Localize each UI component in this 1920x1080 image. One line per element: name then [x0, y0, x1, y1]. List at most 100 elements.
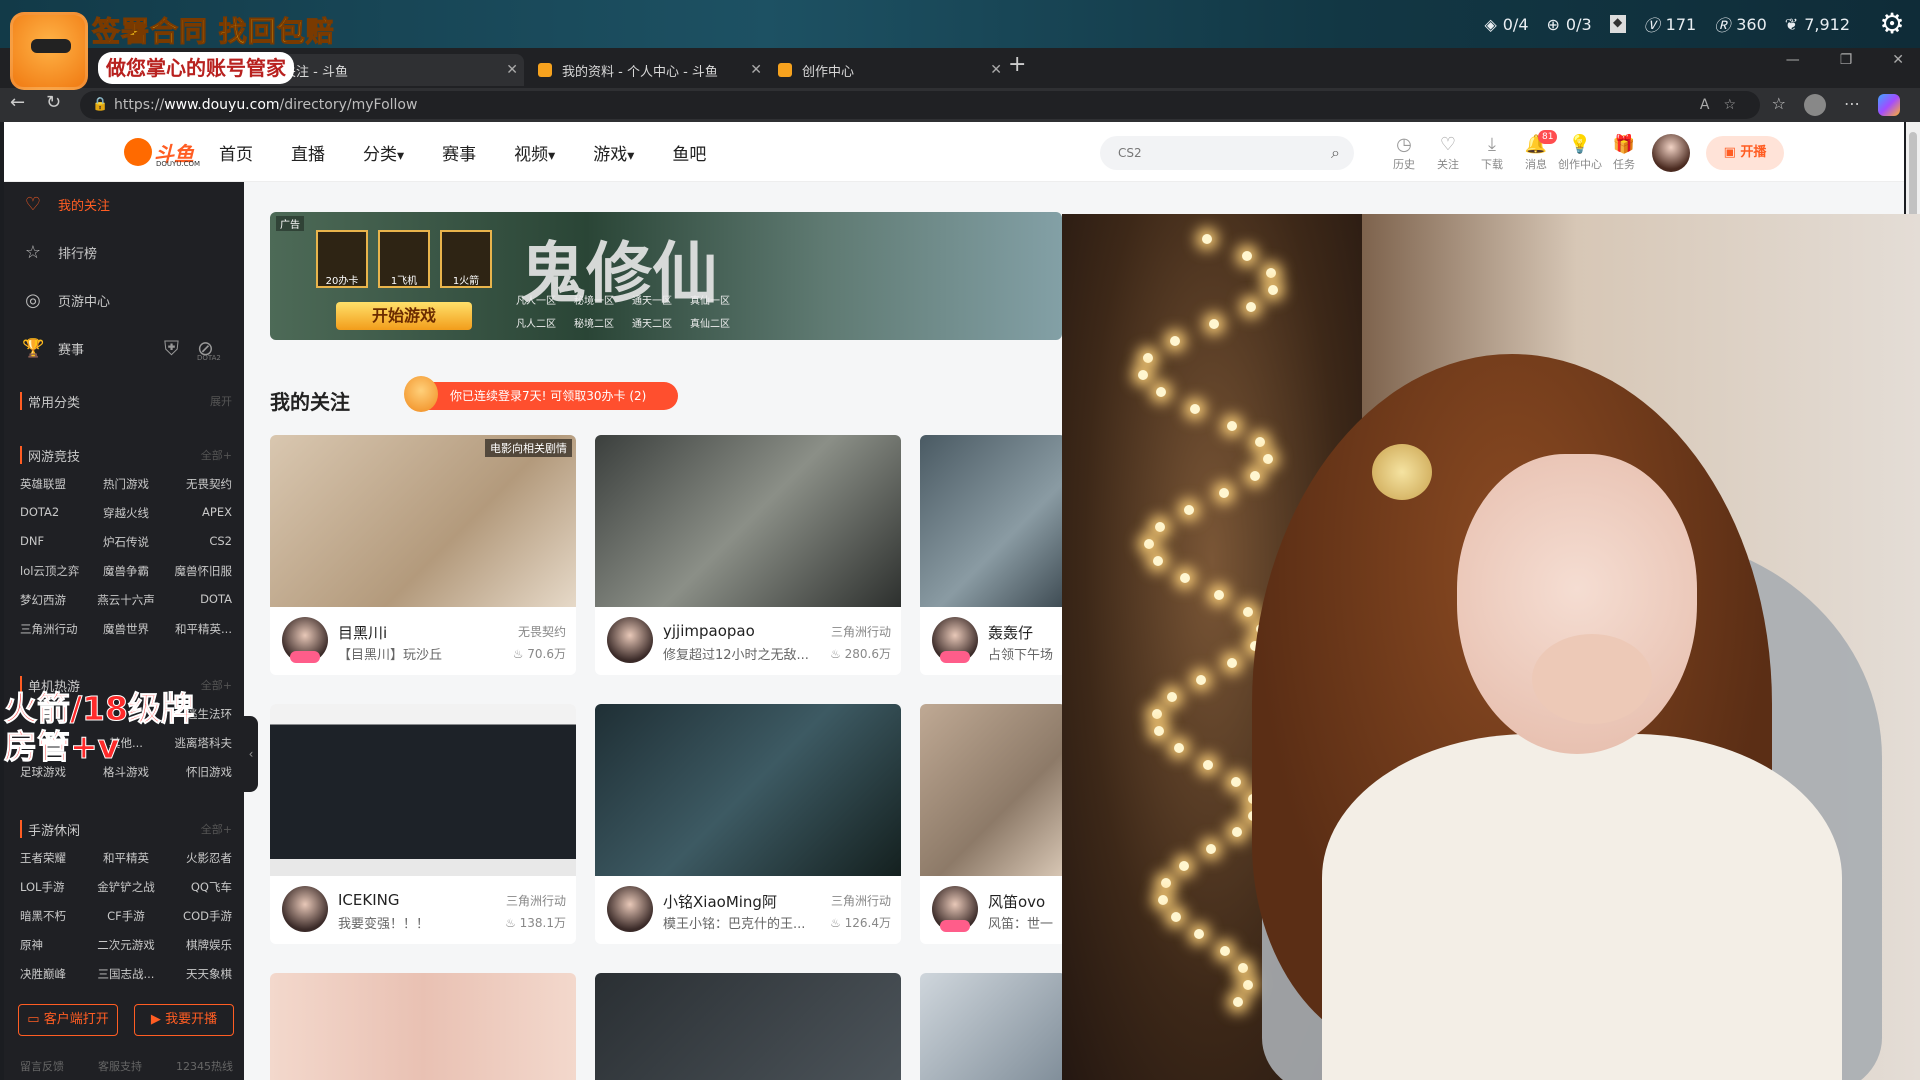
- hotline-link[interactable]: 12345热线: [176, 1058, 233, 1074]
- streamer-name[interactable]: ICEKING: [338, 891, 399, 909]
- more-menu-icon[interactable]: ⋯: [1844, 94, 1860, 116]
- streamer-avatar[interactable]: [607, 886, 653, 932]
- stream-card[interactable]: [920, 973, 1066, 1080]
- category-link[interactable]: LOL手游: [20, 879, 91, 895]
- category-link[interactable]: 火影忍者: [161, 850, 232, 866]
- category-link[interactable]: 足球游戏: [20, 764, 91, 780]
- favorite-star-icon[interactable]: ☆: [1723, 97, 1750, 113]
- category-link[interactable]: DOTA: [161, 592, 232, 608]
- game-tag[interactable]: 无畏契约: [518, 623, 566, 640]
- profile-avatar[interactable]: [1804, 94, 1826, 116]
- category-link[interactable]: DOTA2: [20, 505, 91, 521]
- sidebar-item-ranking[interactable]: ☆ 排行榜: [22, 240, 97, 264]
- stream-card[interactable]: yjjimpaopao 三角洲行动 修复超过12小时之无敌... 280.6万: [595, 435, 901, 675]
- category-link[interactable]: 三角洲行动: [20, 621, 91, 637]
- stream-card[interactable]: 轰轰仔 占领下午场: [920, 435, 1066, 675]
- start-game-button[interactable]: 开始游戏: [336, 302, 472, 330]
- streamer-name[interactable]: 目黑川i: [338, 622, 387, 643]
- category-link[interactable]: 暗黑不朽: [20, 908, 91, 924]
- streamer-name[interactable]: 风笛ovo: [988, 891, 1045, 912]
- sidebar-item-my-follow[interactable]: ♡ 我的关注: [22, 192, 110, 216]
- category-link[interactable]: 炉石传说: [91, 534, 162, 550]
- search-icon[interactable]: ⌕: [1331, 136, 1340, 170]
- close-icon[interactable]: ✕: [506, 62, 518, 78]
- douyu-logo[interactable]: 斗鱼 DOUYU.COM: [124, 136, 200, 170]
- expand-link[interactable]: 展开: [210, 393, 232, 409]
- tab-my-profile[interactable]: 我的资料 - 个人中心 - 斗鱼 ✕: [528, 54, 768, 86]
- all-link[interactable]: 全部+: [201, 447, 232, 463]
- nav-games[interactable]: 游戏▾: [593, 140, 634, 165]
- ad-banner[interactable]: 广告 20办卡 1飞机 1火箭 开始游戏 鬼修仙 凡人一区 秘境一区 通天一区 …: [270, 212, 1062, 340]
- gear-icon[interactable]: ⚙: [1876, 8, 1908, 40]
- game-tag[interactable]: 三角洲行动: [831, 892, 891, 909]
- sidebar-item-match[interactable]: 🏆 赛事: [22, 336, 84, 360]
- streamer-avatar[interactable]: [932, 886, 978, 932]
- favorites-icon[interactable]: ☆: [1772, 94, 1786, 116]
- nav-fishbar[interactable]: 鱼吧: [672, 140, 706, 165]
- category-link[interactable]: 二次元游戏: [91, 937, 162, 953]
- all-link[interactable]: 全部+: [201, 677, 232, 693]
- start-live-button[interactable]: ▶ 我要开播: [134, 1004, 234, 1036]
- category-link[interactable]: 魔兽世界: [91, 621, 162, 637]
- category-link[interactable]: CS2: [161, 534, 232, 550]
- streamer-name[interactable]: yjjimpaopao: [663, 622, 755, 640]
- url-field[interactable]: 🔒 https://www.douyu.com/directory/myFoll…: [80, 91, 1760, 119]
- nav-video[interactable]: 视频▾: [514, 140, 555, 165]
- stream-thumbnail[interactable]: [595, 435, 901, 607]
- category-link[interactable]: 王者荣耀: [20, 850, 91, 866]
- history-button[interactable]: ◷ 历史: [1382, 134, 1426, 172]
- stream-card[interactable]: 小铭XiaoMing阿 三角洲行动 模王小铭：巴克什的王... 126.4万: [595, 704, 901, 944]
- new-tab-button[interactable]: +: [1008, 52, 1026, 77]
- stream-card[interactable]: [595, 973, 901, 1080]
- category-link[interactable]: 怀旧游戏: [161, 764, 232, 780]
- stream-thumbnail[interactable]: [270, 704, 576, 876]
- stream-card[interactable]: [270, 973, 576, 1080]
- category-link[interactable]: 无畏契约: [161, 476, 232, 492]
- minimize-icon[interactable]: —: [1786, 52, 1800, 68]
- stream-thumbnail[interactable]: [920, 973, 1066, 1080]
- feedback-link[interactable]: 留言反馈: [20, 1058, 64, 1074]
- category-link[interactable]: 和平精英...: [161, 621, 232, 637]
- follow-button[interactable]: ♡ 关注: [1426, 134, 1470, 172]
- category-link[interactable]: DNF: [20, 534, 91, 550]
- category-link[interactable]: 金铲铲之战: [91, 879, 162, 895]
- category-link[interactable]: 和平精英: [91, 850, 162, 866]
- category-link[interactable]: 棋牌娱乐: [161, 937, 232, 953]
- open-client-button[interactable]: ▭ 客户端打开: [18, 1004, 118, 1036]
- streamer-name[interactable]: 小铭XiaoMing阿: [663, 891, 777, 912]
- category-link[interactable]: 热门游戏: [91, 476, 162, 492]
- game-tag[interactable]: 三角洲行动: [506, 892, 566, 909]
- category-link[interactable]: 决胜巅峰: [20, 966, 91, 982]
- sidebar-collapse-handle[interactable]: ‹: [244, 716, 258, 792]
- stream-thumbnail[interactable]: [270, 435, 576, 607]
- user-avatar[interactable]: [1652, 134, 1690, 172]
- dota2-icon[interactable]: ⊘ DOTA2: [197, 336, 221, 362]
- stream-thumbnail[interactable]: [920, 435, 1066, 607]
- category-link[interactable]: 天天象棋: [161, 966, 232, 982]
- streamer-avatar[interactable]: [607, 617, 653, 663]
- refresh-icon[interactable]: ↻: [46, 92, 61, 113]
- stream-card[interactable]: 电影向相关剧情 目黑川i 无畏契约 【目黑川】玩沙丘 70.6万: [270, 435, 576, 675]
- category-link[interactable]: 英雄联盟: [20, 476, 91, 492]
- download-button[interactable]: ⤓ 下载: [1470, 134, 1514, 172]
- stream-thumbnail[interactable]: [595, 704, 901, 876]
- copilot-icon[interactable]: [1878, 94, 1900, 116]
- message-button[interactable]: 🔔 81 消息: [1514, 130, 1558, 172]
- stream-thumbnail[interactable]: [270, 973, 576, 1080]
- category-link[interactable]: COD手游: [161, 908, 232, 924]
- category-link[interactable]: APEX: [161, 505, 232, 521]
- category-link[interactable]: 原神: [20, 937, 91, 953]
- streamer-avatar[interactable]: [282, 617, 328, 663]
- streamer-avatar[interactable]: [282, 886, 328, 932]
- creator-center-button[interactable]: 💡 创作中心: [1558, 134, 1602, 172]
- nav-category[interactable]: 分类▾: [363, 140, 404, 165]
- category-link[interactable]: CF手游: [91, 908, 162, 924]
- task-button[interactable]: 🎁 任务: [1602, 134, 1646, 172]
- stream-thumbnail[interactable]: [920, 704, 1066, 876]
- streamer-avatar[interactable]: [932, 617, 978, 663]
- nav-live[interactable]: 直播: [291, 140, 325, 165]
- search-input[interactable]: CS2 ⌕: [1100, 136, 1354, 170]
- category-link[interactable]: 燕云十六声: [91, 592, 162, 608]
- all-link[interactable]: 全部+: [201, 821, 232, 837]
- category-link[interactable]: 梦幻西游: [20, 592, 91, 608]
